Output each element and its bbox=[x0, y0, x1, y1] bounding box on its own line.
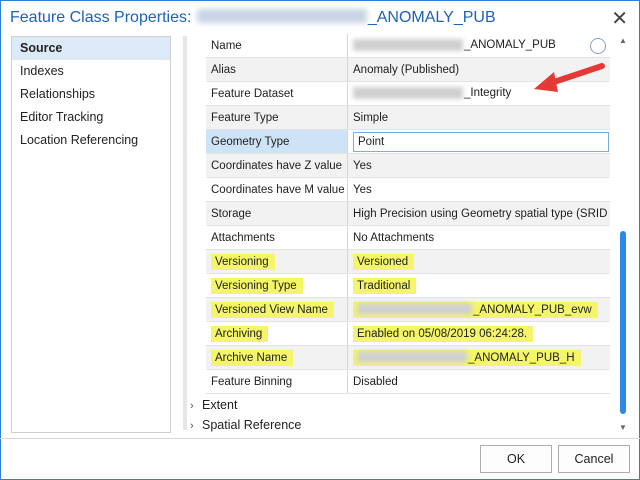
property-value: Traditional bbox=[347, 273, 610, 298]
table-row: Coordinates have Z value Yes bbox=[206, 153, 610, 178]
table-row: Storage High Precision using Geometry sp… bbox=[206, 201, 610, 226]
property-name: Feature Binning bbox=[206, 369, 348, 394]
chevron-right-icon: › bbox=[190, 420, 194, 432]
sidebar-item-location-referencing[interactable]: Location Referencing bbox=[12, 129, 170, 152]
sidebar-item-indexes[interactable]: Indexes bbox=[12, 60, 170, 83]
geometry-type-field[interactable]: Point bbox=[353, 131, 609, 152]
vertical-scrollbar[interactable]: ▲ ▼ bbox=[618, 36, 628, 432]
red-arrow-annotation bbox=[534, 63, 605, 92]
property-value: No Attachments bbox=[347, 225, 610, 250]
property-value: Simple bbox=[347, 105, 610, 130]
table-row-selected[interactable]: Geometry Type Point bbox=[206, 129, 610, 154]
property-name: Name bbox=[206, 34, 348, 58]
table-row: Versioning Versioned bbox=[206, 249, 610, 274]
sidebar-item-editor-tracking[interactable]: Editor Tracking bbox=[12, 106, 170, 129]
section-spatial-reference[interactable]: › Spatial Reference bbox=[190, 418, 301, 432]
property-name: Attachments bbox=[206, 225, 348, 250]
highlighted-text: _ANOMALY_PUB_evw bbox=[473, 303, 592, 316]
property-name: Versioned View Name bbox=[206, 297, 348, 322]
table-row: Coordinates have M value Yes bbox=[206, 177, 610, 202]
section-label: Extent bbox=[202, 398, 238, 412]
scroll-up-icon[interactable]: ▲ bbox=[619, 36, 627, 45]
table-row: Versioning Type Traditional bbox=[206, 273, 610, 298]
property-value: Enabled on 05/08/2019 06:24:28. bbox=[347, 321, 610, 346]
scrollbar-thumb[interactable] bbox=[620, 231, 626, 414]
highlighted-text: _ANOMALY_PUB_H bbox=[468, 351, 575, 364]
property-value-text: _ANOMALY_PUB bbox=[464, 39, 556, 52]
globe-icon[interactable] bbox=[590, 38, 606, 54]
property-name: Coordinates have M value bbox=[206, 177, 348, 202]
section-label: Spatial Reference bbox=[202, 418, 302, 432]
property-name: Versioning bbox=[206, 249, 348, 274]
property-name: Versioning Type bbox=[206, 273, 348, 298]
highlighted-text: Versioned bbox=[353, 253, 415, 270]
window-title-prefix: Feature Class Properties: bbox=[10, 9, 192, 26]
property-name: Alias bbox=[206, 57, 348, 82]
table-row: Archive Name _ANOMALY_PUB_H bbox=[206, 345, 610, 370]
sidebar-item-relationships[interactable]: Relationships bbox=[12, 83, 170, 106]
highlighted-text: Enabled on 05/08/2019 06:24:28. bbox=[353, 325, 534, 342]
property-value: Yes bbox=[347, 153, 610, 178]
property-value: _ANOMALY_PUB bbox=[347, 34, 610, 58]
title-bar: Feature Class Properties: _ANOMALY_PUB ✕ bbox=[0, 0, 640, 36]
property-value: _ANOMALY_PUB_H bbox=[347, 345, 610, 370]
property-name: Archiving bbox=[206, 321, 348, 346]
property-value: Versioned bbox=[347, 249, 610, 274]
highlighted-text: Archiving bbox=[211, 325, 269, 342]
redacted-text bbox=[357, 303, 472, 316]
chevron-right-icon: › bbox=[190, 400, 194, 412]
property-value: Disabled bbox=[347, 369, 610, 394]
table-row: Feature Type Simple bbox=[206, 105, 610, 130]
table-row: Attachments No Attachments bbox=[206, 225, 610, 250]
cancel-button[interactable]: Cancel bbox=[558, 445, 630, 473]
highlighted-text: Traditional bbox=[353, 277, 417, 294]
property-value: High Precision using Geometry spatial ty… bbox=[347, 201, 610, 226]
scroll-down-icon[interactable]: ▼ bbox=[619, 423, 627, 432]
property-value: _ANOMALY_PUB_evw bbox=[347, 297, 610, 322]
highlighted-text: Versioning bbox=[211, 253, 275, 270]
highlighted-text: Archive Name bbox=[211, 349, 294, 366]
property-name: Storage bbox=[206, 201, 348, 226]
footer-divider bbox=[0, 438, 640, 439]
property-name: Coordinates have Z value bbox=[206, 153, 348, 178]
close-icon[interactable]: ✕ bbox=[611, 6, 628, 31]
property-value: Point bbox=[347, 129, 610, 154]
property-name: Feature Dataset bbox=[206, 81, 348, 106]
redacted-text bbox=[196, 9, 367, 24]
property-name: Geometry Type bbox=[206, 129, 348, 154]
sidebar: Source Indexes Relationships Editor Trac… bbox=[11, 36, 171, 433]
table-row: Feature Binning Disabled bbox=[206, 369, 610, 394]
window-title-suffix: _ANOMALY_PUB bbox=[367, 9, 496, 26]
ok-button[interactable]: OK bbox=[480, 445, 552, 473]
section-extent[interactable]: › Extent bbox=[190, 398, 237, 412]
highlighted-text: Versioned View Name bbox=[211, 301, 334, 318]
sidebar-item-source[interactable]: Source bbox=[12, 37, 170, 60]
property-name: Feature Type bbox=[206, 105, 348, 130]
table-row: Versioned View Name _ANOMALY_PUB_evw bbox=[206, 297, 610, 322]
table-row: Name _ANOMALY_PUB bbox=[206, 34, 610, 58]
property-name: Archive Name bbox=[206, 345, 348, 370]
tree-guide-line bbox=[183, 36, 187, 430]
redacted-text bbox=[357, 351, 467, 364]
redacted-text bbox=[353, 39, 463, 52]
table-row: Archiving Enabled on 05/08/2019 06:24:28… bbox=[206, 321, 610, 346]
highlighted-text: Versioning Type bbox=[211, 277, 303, 294]
property-value-text: _Integrity bbox=[464, 87, 512, 100]
window-title: Feature Class Properties: _ANOMALY_PUB bbox=[10, 9, 496, 27]
property-value: Yes bbox=[347, 177, 610, 202]
redacted-text bbox=[353, 87, 463, 100]
